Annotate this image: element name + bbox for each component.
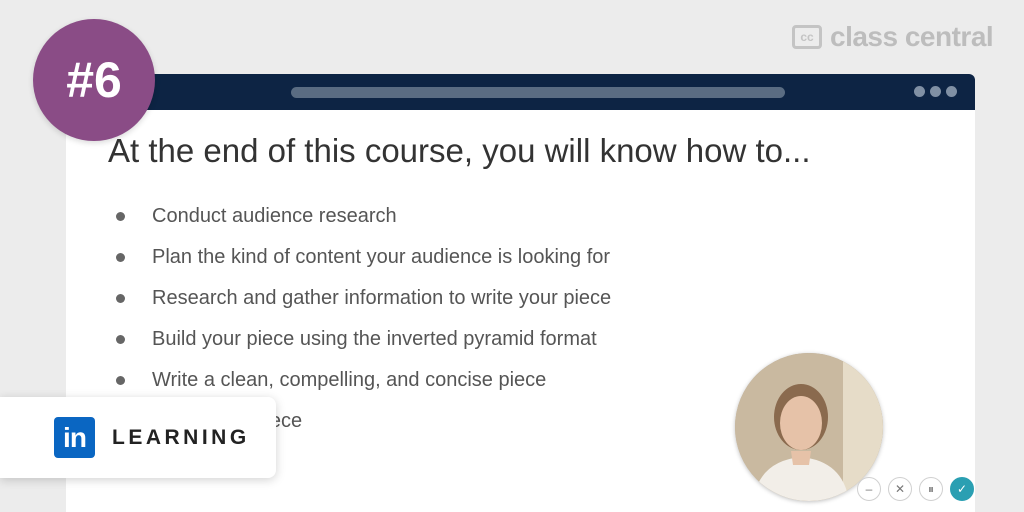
window-menu-dots-icon[interactable] — [914, 86, 957, 97]
class-central-logo: cc class central — [792, 20, 994, 54]
bullet-icon — [116, 376, 125, 385]
bullet-item: Plan the kind of content your audience i… — [116, 237, 611, 278]
close-icon[interactable]: ✕ — [888, 477, 912, 501]
bullet-item: Conduct audience research — [116, 196, 611, 237]
bullet-text: Research and gather information to write… — [152, 287, 612, 309]
bullet-item: Research and gather information to write… — [116, 278, 611, 319]
class-central-wordmark: class central — [830, 21, 994, 52]
minus-icon[interactable]: – — [857, 477, 881, 501]
bullet-item: Build your piece using the inverted pyra… — [116, 319, 611, 360]
linkedin-logo-icon: in — [54, 417, 95, 458]
check-icon[interactable]: ✓ — [950, 477, 974, 501]
bullet-icon — [116, 253, 125, 262]
bullet-text: Conduct audience research — [152, 205, 397, 227]
linkedin-learning-card: in LEARNING — [0, 397, 276, 478]
video-controls: – ✕ ⏸ ✓ — [857, 477, 974, 501]
bullet-icon — [116, 212, 125, 221]
bullet-icon — [116, 294, 125, 303]
class-central-mark-icon: cc — [792, 25, 822, 49]
linkedin-learning-wordmark: LEARNING — [112, 425, 250, 449]
pause-icon[interactable]: ⏸ — [919, 477, 943, 501]
slide-title: At the end of this course, you will know… — [108, 132, 811, 169]
bullet-text: Build your piece using the inverted pyra… — [152, 328, 597, 350]
bullet-text: Write a clean, compelling, and concise p… — [152, 369, 547, 391]
window-title-bar — [66, 74, 975, 110]
dot-icon — [930, 86, 941, 97]
rank-badge: #6 — [33, 19, 155, 141]
address-bar — [291, 87, 785, 98]
bullet-icon — [116, 335, 125, 344]
dot-icon — [946, 86, 957, 97]
bullet-item: Write a clean, compelling, and concise p… — [116, 360, 611, 401]
dot-icon — [914, 86, 925, 97]
bullet-text: Plan the kind of content your audience i… — [152, 246, 611, 268]
